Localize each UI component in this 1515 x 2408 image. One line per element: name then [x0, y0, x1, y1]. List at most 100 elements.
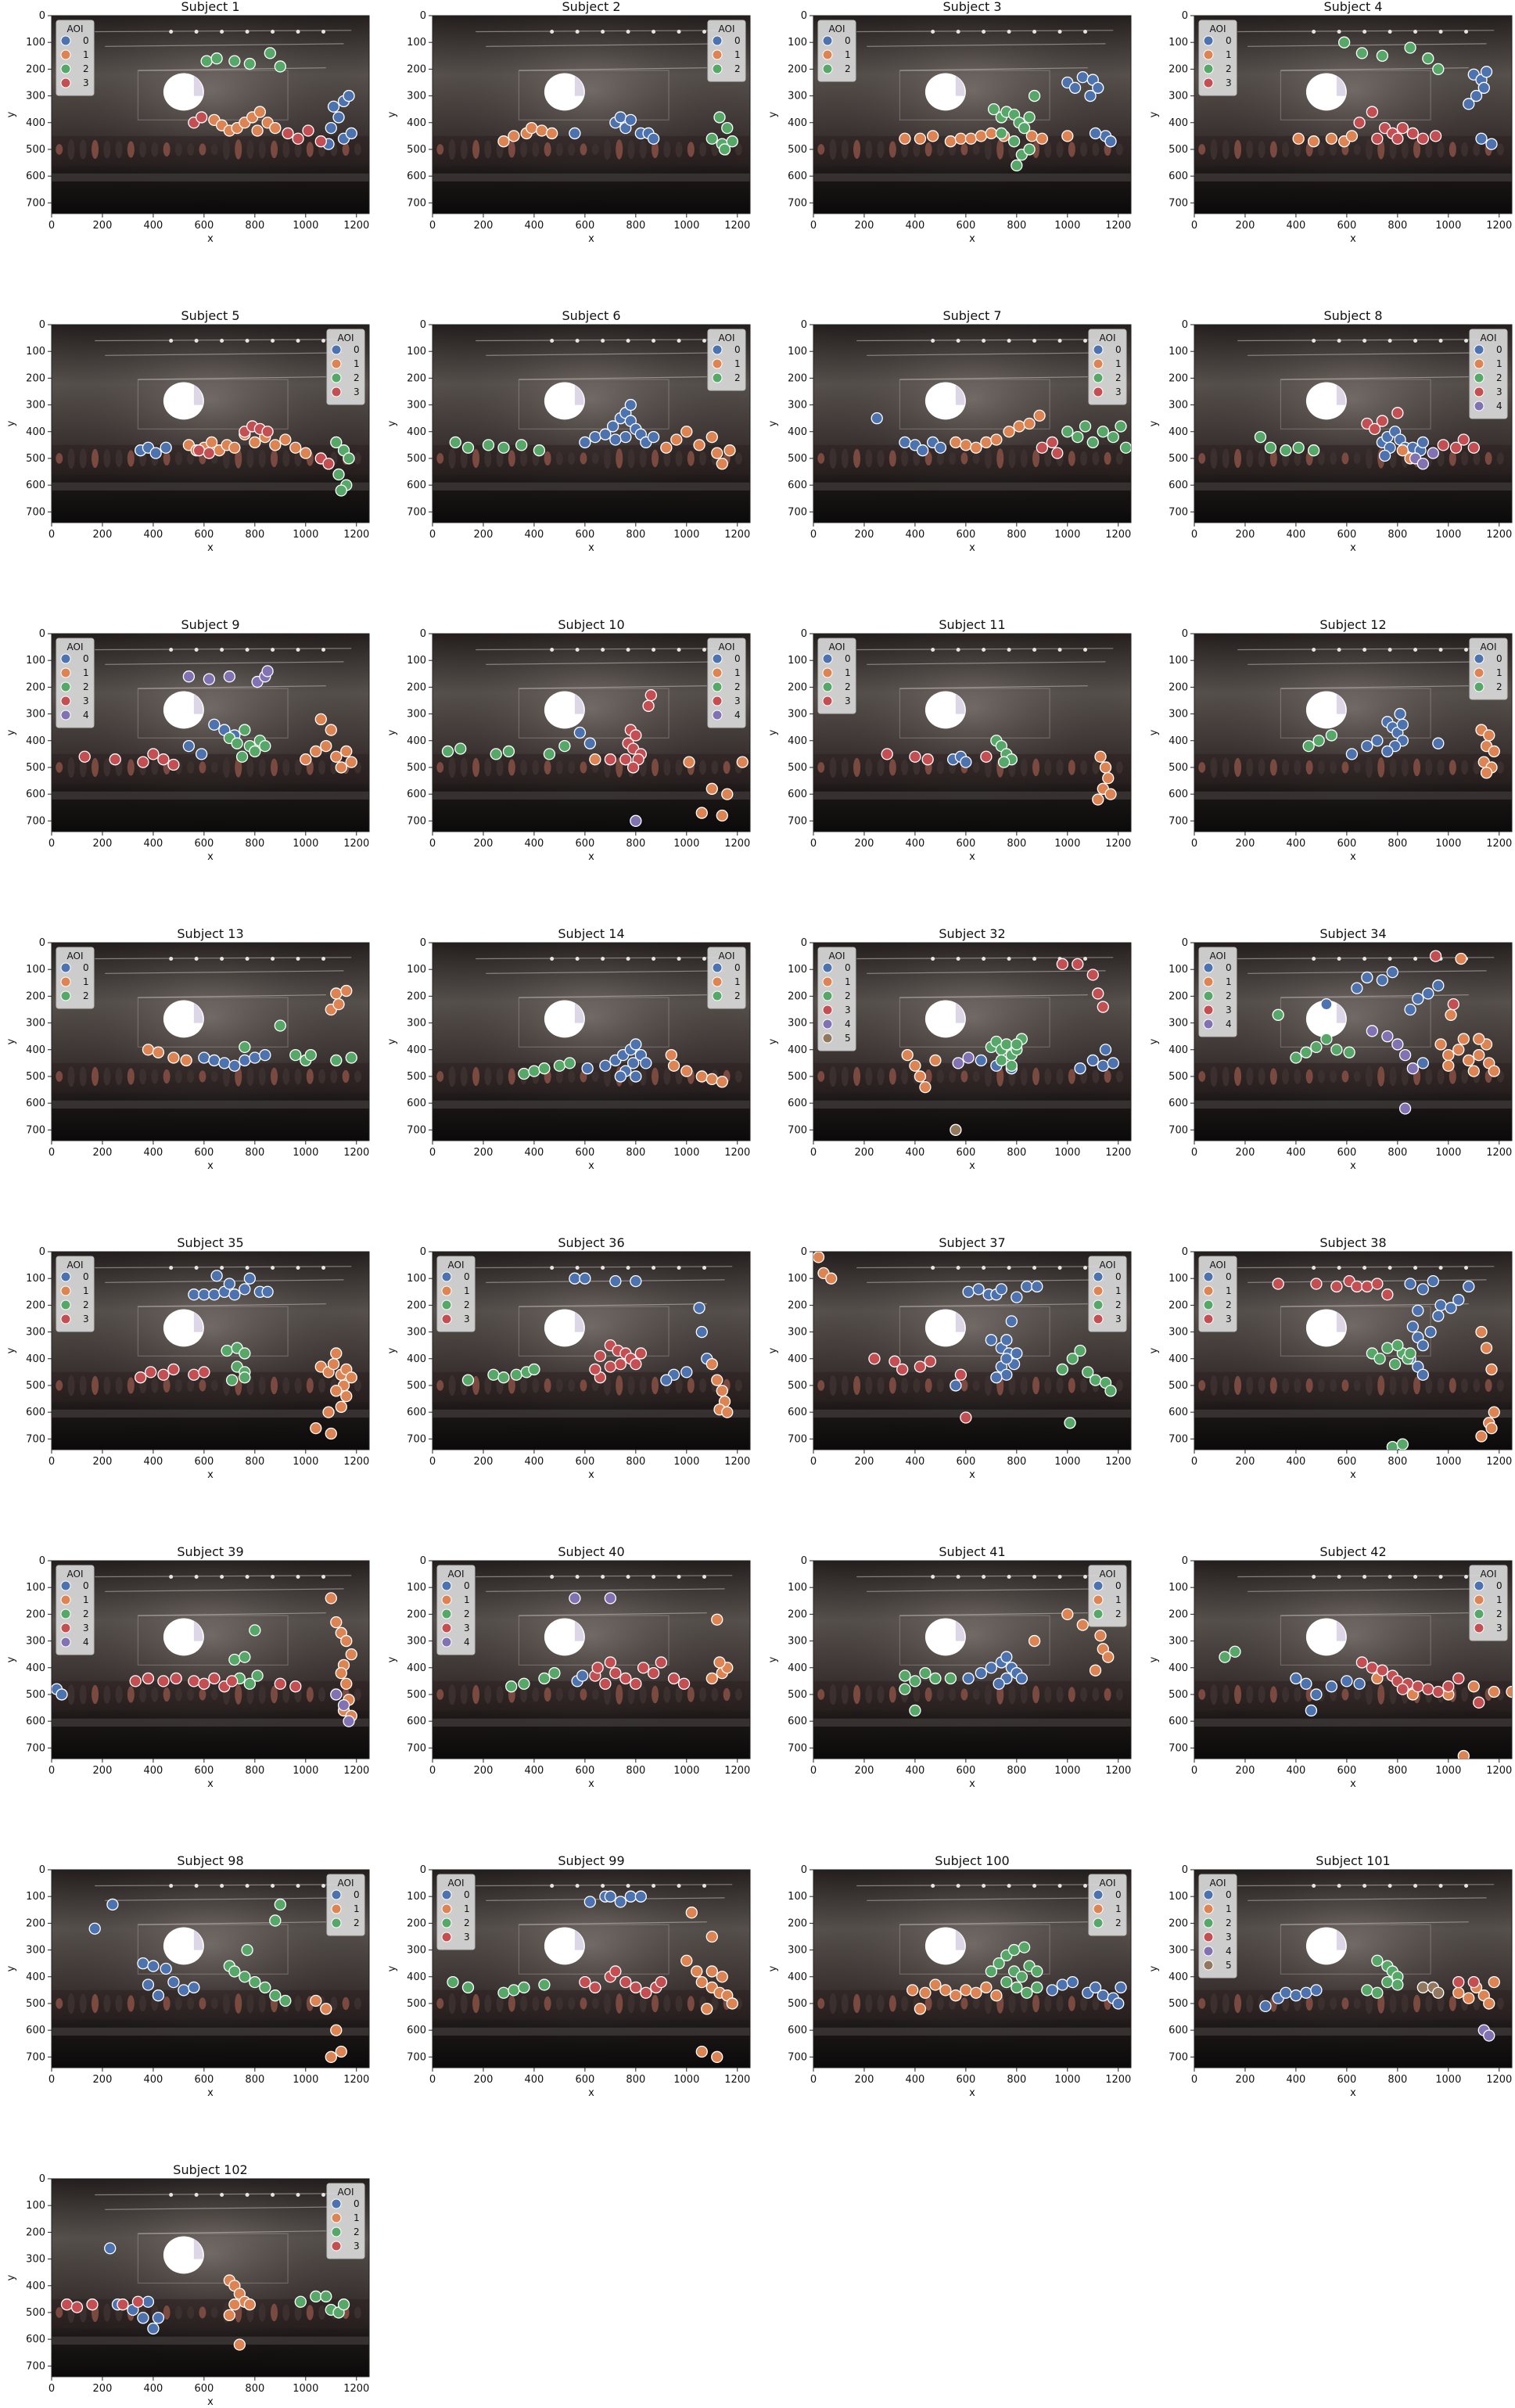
subplot-panel: Subject 380 200 400 600 800 1000 1200010020030…	[1148, 1235, 1513, 1481]
scatter-point	[1104, 788, 1117, 800]
scatter-point	[1097, 426, 1109, 438]
performer	[865, 140, 873, 159]
spot-lamp	[169, 1575, 174, 1580]
x-tick-label: 400	[144, 1147, 163, 1159]
legend-marker	[331, 1889, 342, 1900]
y-tick-label: 100	[26, 1891, 45, 1903]
x-tick-label: 400	[1287, 1147, 1306, 1159]
x-tick-label: 200	[474, 220, 494, 232]
spot-lamp	[1057, 648, 1062, 652]
scatter-point	[310, 745, 322, 758]
scatter-point	[1406, 127, 1419, 140]
spot-lamp	[1312, 1266, 1316, 1270]
performer	[1353, 143, 1361, 155]
y-axis-label: y	[5, 1965, 17, 1971]
subplot-title: Subject 7	[942, 308, 1001, 323]
legend-label: 4	[1496, 401, 1502, 412]
x-tick-label: 200	[1236, 1765, 1255, 1777]
legend-marker	[1203, 976, 1214, 987]
scatter-point	[919, 1666, 932, 1680]
y-tick-label: 100	[1169, 1891, 1188, 1903]
performer	[79, 1066, 87, 1087]
y-tick-label: 700	[1169, 1124, 1188, 1136]
spot-lamp	[626, 648, 630, 652]
y-tick-label: 500	[1169, 1998, 1188, 2010]
y-tick-label: 100	[788, 1891, 807, 1903]
spot-lamp	[271, 1884, 275, 1889]
performer	[258, 1067, 266, 1086]
y-tick-label: 300	[26, 400, 45, 412]
scatter-point	[487, 1368, 500, 1381]
legend-marker	[822, 695, 833, 706]
scatter-point	[1366, 1025, 1379, 1037]
scatter-point	[1076, 70, 1089, 84]
scatter-point	[1386, 965, 1398, 979]
scatter-point	[1099, 761, 1112, 774]
scatter-point	[142, 1979, 155, 1991]
x-tick-label: 600	[956, 220, 975, 232]
performer	[1234, 448, 1242, 469]
scatter-point	[1404, 1347, 1416, 1360]
scatter-point	[274, 60, 286, 73]
performer	[627, 448, 635, 469]
x-tick-label: 600	[1337, 838, 1356, 850]
performer	[1068, 1378, 1075, 1393]
scatter-point	[1007, 1943, 1021, 1957]
spot-lamp	[1413, 957, 1418, 961]
legend-title: AOI	[67, 951, 84, 961]
legend: AOI0123	[1088, 1256, 1127, 1332]
x-tick-label: 0	[810, 220, 817, 232]
x-tick-label: 1200	[343, 220, 369, 232]
performer	[889, 141, 896, 158]
legend-label: 1	[83, 976, 89, 987]
performer	[699, 1687, 707, 1702]
legend-marker	[712, 653, 723, 664]
scatter-point	[340, 1677, 353, 1690]
scatter-point	[251, 1669, 264, 1682]
x-tick-label: 600	[194, 529, 214, 541]
x-tick-label: 600	[575, 1147, 594, 1159]
y-tick-label: 700	[788, 506, 807, 518]
spot-lamp	[931, 957, 935, 961]
performer	[1294, 1687, 1301, 1702]
scatter-point	[325, 1592, 337, 1605]
y-tick-label: 300	[1169, 1018, 1188, 1030]
performer	[580, 1379, 587, 1392]
scatter-point	[990, 433, 1003, 446]
performer	[699, 142, 707, 157]
scatter-point	[208, 1054, 221, 1067]
scatter-point	[1305, 1704, 1318, 1717]
legend-marker	[1203, 1917, 1214, 1928]
subplot-panel: Subject 340 200 400 600 800 1000 1200010020030…	[1148, 926, 1513, 1172]
scatter-point	[1506, 1685, 1512, 1698]
scatter-point	[1015, 1971, 1028, 1983]
performer	[1246, 1067, 1254, 1086]
spot-lamp	[271, 1266, 275, 1270]
x-tick-label: 800	[245, 1147, 264, 1159]
performer	[960, 1688, 968, 1701]
y-tick-label: 400	[26, 735, 45, 747]
legend: AOI012	[1088, 1565, 1127, 1627]
x-tick-label: 1000	[1054, 1147, 1080, 1159]
legend-label: 2	[1496, 1608, 1502, 1619]
scatter-point	[546, 127, 558, 140]
legend-label: 3	[1226, 1005, 1232, 1015]
scatter-point	[1036, 132, 1048, 145]
spot-lamp	[1464, 648, 1469, 652]
scatter-point	[604, 1360, 617, 1373]
y-tick-label: 200	[788, 681, 807, 693]
x-tick-label: 1200	[1105, 2074, 1131, 2086]
scatter-point	[624, 113, 637, 126]
scatter-point	[1455, 952, 1467, 965]
y-tick-label: 100	[788, 964, 807, 976]
x-tick-label: 400	[525, 1147, 544, 1159]
y-tick-label: 100	[26, 346, 45, 358]
y-tick-label: 600	[788, 1098, 807, 1109]
x-tick-label: 1000	[1435, 1765, 1461, 1777]
scatter-point	[325, 724, 337, 736]
legend-marker	[712, 344, 723, 355]
scatter-point	[1391, 1339, 1404, 1352]
performer	[1044, 1995, 1052, 2012]
legend: AOI012	[707, 329, 746, 391]
performer	[841, 1993, 849, 2014]
